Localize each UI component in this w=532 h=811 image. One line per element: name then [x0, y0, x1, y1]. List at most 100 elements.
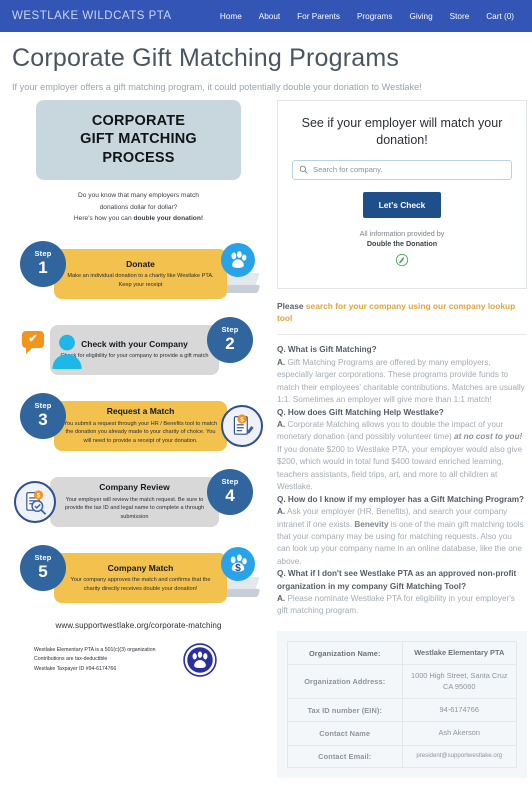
infographic-step-2: Step 2 Check with your Company Check for…: [10, 311, 267, 383]
step-label-1: Step: [34, 249, 52, 259]
step-number-1: 1: [38, 257, 48, 277]
content-columns: CORPORATE GIFT MATCHING PROCESS Do you k…: [0, 92, 532, 778]
table-row: Tax ID number (EIN): 94-6174766: [287, 697, 517, 723]
right-column: See if your employer will match your don…: [277, 99, 527, 778]
search-icon: [299, 165, 308, 174]
faq-answer-lead-2: A.: [277, 419, 286, 429]
page-header: Corporate Gift Matching Programs If your…: [0, 32, 532, 92]
infographic-url[interactable]: www.supportwestlake.org/corporate-matchi…: [10, 621, 267, 630]
org-key-contact-email: Contact Email:: [287, 744, 403, 768]
nav-item-giving[interactable]: Giving: [409, 12, 432, 21]
step-card-3: Request a Match You submit a request thr…: [54, 400, 227, 451]
person-icon-2: [52, 334, 82, 369]
faq-answer-text-2b: If you donate $200 to Westlake PTA, your…: [277, 444, 523, 492]
faq-answer-text-1: Gift Matching Programs are offered by ma…: [277, 357, 525, 405]
double-the-donation-logo-icon: [395, 253, 409, 267]
faq-item-4: Q. What if I don't see Westlake PTA as a…: [277, 568, 527, 618]
table-row: Contact Name Ash Akerson: [287, 721, 517, 746]
infographic-intro-line-3-text: Here's how you can: [73, 215, 134, 223]
company-lookup-note: Please search for your company using our…: [277, 300, 527, 324]
company-lookup-link[interactable]: search for your company using our compan…: [277, 301, 515, 323]
page-title: Corporate Gift Matching Programs: [12, 44, 400, 72]
nav-item-about[interactable]: About: [259, 12, 280, 21]
step-body-4: Your employer will review the match requ…: [64, 496, 205, 520]
step-label-3: Step: [34, 401, 52, 411]
provided-by-label: All information provided by: [359, 228, 445, 238]
step-body-5: Your company approves the match and conf…: [70, 576, 211, 592]
nav-item-for-parents[interactable]: For Parents: [297, 12, 340, 21]
nav-item-cart[interactable]: Cart (0): [486, 12, 514, 21]
step-badge-2: Step 2: [207, 316, 253, 363]
company-search-field[interactable]: [292, 159, 512, 180]
faq-answer-2: A. Corporate Matching allows you to doub…: [277, 419, 527, 494]
org-key-name: Organization Name:: [287, 640, 403, 666]
faq-question-4: Q. What if I don't see Westlake PTA as a…: [277, 569, 517, 591]
step-title-3: Request a Match: [106, 406, 175, 417]
organization-details-table: Organization Name: Westlake Elementary P…: [287, 640, 517, 768]
step-number-4: 4: [225, 485, 235, 505]
page-root: WESTLAKE WILDCATS PTA Home About For Par…: [0, 0, 532, 811]
table-row: Contact Email: president@supportwestlake…: [287, 744, 517, 768]
infographic-footer: Westlake Elementary PTA is a 501(c)(3) o…: [10, 643, 267, 677]
provider-name: Double the Donation: [366, 239, 438, 249]
search-input[interactable]: [313, 165, 511, 174]
lets-check-button[interactable]: Let's Check: [362, 191, 442, 218]
infographic-intro-line-1: Do you know that many employers match: [78, 192, 199, 200]
faq-answer-4: A. Please nominate Westlake PTA for elig…: [277, 593, 527, 618]
faq-answer-text-4: Please nominate Westlake PTA for eligibi…: [277, 593, 515, 616]
nav-item-home[interactable]: Home: [220, 12, 242, 21]
provided-by-text: All information provided by Double the D…: [292, 229, 512, 251]
infographic-intro: Do you know that many employers match do…: [10, 190, 267, 225]
paw-dollar-icon-5: $: [221, 546, 255, 581]
nav-links: Home About For Parents Programs Giving S…: [220, 12, 520, 21]
faq-answer-lead-1: A.: [277, 357, 286, 367]
faq-question-3: Q. How do I know if my employer has a Gi…: [277, 494, 525, 504]
step-badge-5: Step 5: [20, 544, 66, 591]
faq-answer-emphasis-3: Benevity: [354, 519, 389, 529]
infographic-step-5: Step 5 Company Match Your company approv…: [10, 539, 267, 611]
org-value-ein: 94-6174766: [401, 697, 517, 723]
org-key-contact-name: Contact Name: [287, 721, 403, 746]
pta-paw-seal-logo-icon: [183, 643, 218, 677]
step-label-5: Step: [34, 553, 52, 563]
faq-answer-lead-3: A.: [277, 507, 286, 517]
step-number-5: 5: [38, 561, 48, 581]
svg-text:$: $: [37, 492, 41, 499]
infographic-intro-emphasis: double your donation!: [133, 215, 204, 223]
search-card-heading: See if your employer will match your don…: [301, 115, 503, 147]
step-card-5: Company Match Your company approves the …: [54, 552, 227, 603]
step-body-3: You submit a request through your HR / B…: [63, 420, 218, 444]
svg-text:$: $: [235, 563, 241, 574]
organization-details-panel: Organization Name: Westlake Elementary P…: [277, 630, 527, 778]
faq-answer-3: A. Ask your employer (HR, Benefits), and…: [277, 506, 527, 568]
faq-item-2: Q. How does Gift Matching Help Westlake?…: [277, 407, 527, 494]
step-badge-1: Step 1: [20, 240, 66, 287]
table-row: Organization Address: 1000 High Street, …: [287, 664, 517, 699]
org-value-name: Westlake Elementary PTA: [401, 640, 517, 666]
infographic-step-4: Step 4 Company Review Your employer will…: [10, 463, 267, 535]
paw-icon-1: [221, 242, 255, 277]
faq-item-1: Q. What is Gift Matching? A. Gift Matchi…: [277, 344, 527, 406]
infographic-column: CORPORATE GIFT MATCHING PROCESS Do you k…: [10, 99, 267, 677]
lookup-prefix: Please: [277, 301, 306, 312]
infographic-intro-line-3: Here's how you can double your donation!: [10, 213, 267, 225]
table-row: Organization Name: Westlake Elementary P…: [287, 640, 517, 666]
nav-item-programs[interactable]: Programs: [357, 12, 393, 21]
step-badge-4: Step 4: [207, 468, 253, 515]
infographic-footer-line-3: Westlake Taxpayer ID #94-6174766: [34, 665, 117, 672]
page-subtitle: If your employer offers a gift matching …: [12, 81, 422, 92]
checkmark-bubble-icon-2: ✔: [22, 330, 44, 354]
infographic-heading-line-1: CORPORATE: [91, 112, 186, 129]
infographic-step-1: Step 1 Donate Make an individual donatio…: [10, 235, 267, 307]
employer-match-search-card: See if your employer will match your don…: [277, 99, 527, 290]
top-navigation-bar: WESTLAKE WILDCATS PTA Home About For Par…: [0, 0, 532, 32]
svg-text:$: $: [240, 416, 244, 423]
document-pencil-dollar-icon-3: $: [221, 404, 263, 447]
infographic-footer-line-2: Contributions are tax-deductible: [34, 656, 108, 663]
faq-item-3: Q. How do I know if my employer has a Gi…: [277, 494, 527, 569]
step-number-2: 2: [225, 333, 235, 353]
nav-item-store[interactable]: Store: [450, 12, 470, 21]
step-title-5: Company Match: [107, 562, 174, 573]
site-brand-logo-text[interactable]: WESTLAKE WILDCATS PTA: [12, 10, 172, 22]
divider: [277, 334, 527, 336]
